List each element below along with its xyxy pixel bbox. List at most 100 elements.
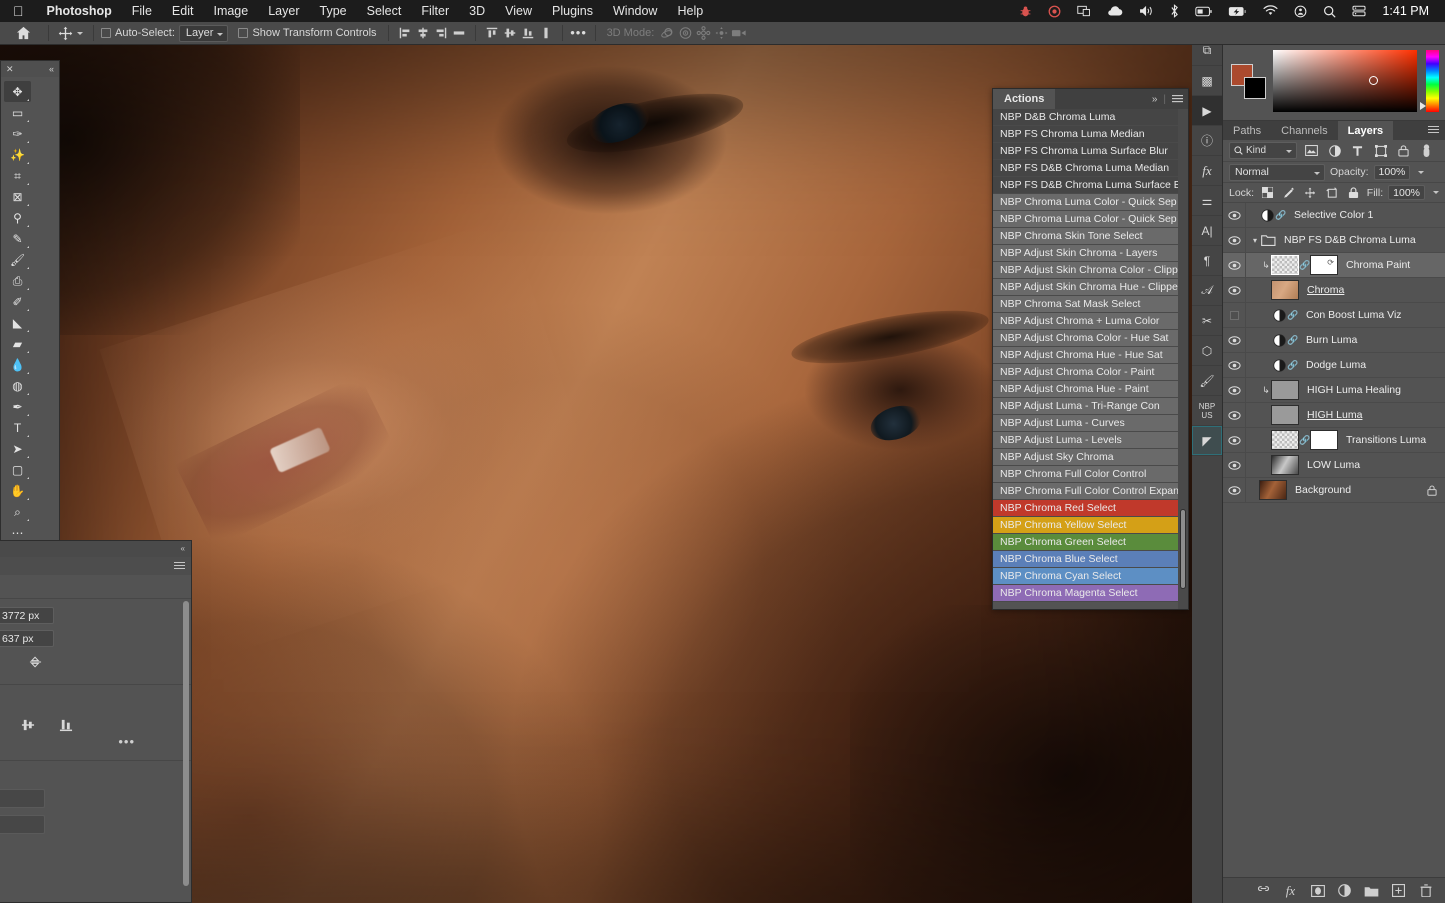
move-tool-icon[interactable]: [56, 24, 74, 42]
apple-icon[interactable]: : [0, 4, 37, 18]
chevron-double-right-icon[interactable]: »: [1152, 94, 1158, 105]
layer-visibility-toggle[interactable]: [1223, 278, 1245, 303]
new-group-icon[interactable]: [1364, 883, 1379, 898]
paragraph-icon[interactable]: ¶: [1192, 246, 1222, 276]
color-picker-ring[interactable]: [1369, 76, 1379, 86]
action-item[interactable]: NBP Adjust Chroma Color - Paint: [993, 364, 1178, 381]
actions-play-icon[interactable]: ▶: [1192, 96, 1222, 126]
rectangular-marquee-tool[interactable]: ▭: [4, 102, 31, 123]
crop-tool[interactable]: ⌗: [4, 165, 31, 186]
dodge-tool[interactable]: ◍: [4, 375, 31, 396]
collapse-icon[interactable]: «: [181, 544, 185, 553]
action-item[interactable]: NBP Chroma Luma Color - Quick Sep: [993, 194, 1178, 211]
info-icon[interactable]: ⓘ: [1192, 126, 1222, 156]
lock-image-icon[interactable]: [1281, 184, 1298, 201]
filter-type-icon[interactable]: [1349, 142, 1366, 159]
layer-name[interactable]: HIGH Luma Healing: [1307, 384, 1401, 396]
align-bottom-icon[interactable]: [519, 24, 537, 42]
menu-item-file[interactable]: File: [122, 4, 162, 18]
menu-item-type[interactable]: Type: [310, 4, 357, 18]
action-item[interactable]: NBP Adjust Luma - Tri-Range Con: [993, 398, 1178, 415]
wifi-icon[interactable]: [1255, 5, 1286, 17]
action-item[interactable]: NBP Adjust Skin Chroma - Layers: [993, 245, 1178, 262]
action-item[interactable]: NBP FS Chroma Luma Surface Blur: [993, 143, 1178, 160]
layer-visibility-toggle[interactable]: [1223, 228, 1245, 253]
layer-row[interactable]: 🔗 Burn Luma: [1223, 327, 1445, 353]
pen-tool[interactable]: ✒: [4, 396, 31, 417]
delete-layer-icon[interactable]: [1418, 883, 1433, 898]
layer-row[interactable]: ↳ HIGH Luma Healing: [1223, 377, 1445, 403]
layer-name[interactable]: Con Boost Luma Viz: [1306, 309, 1402, 321]
action-item[interactable]: NBP Chroma Full Color Control: [993, 466, 1178, 483]
action-item[interactable]: NBP Chroma Red Select: [993, 500, 1178, 517]
layer-thumbnail[interactable]: [1271, 255, 1299, 275]
3d-icon[interactable]: ⬡: [1192, 336, 1222, 366]
action-item[interactable]: NBP D&B Chroma Luma: [993, 109, 1178, 126]
properties-scrollbar-thumb[interactable]: [183, 601, 189, 886]
mask-link-icon[interactable]: 🔗: [1287, 335, 1298, 346]
layer-row[interactable]: ▾ NBP FS D&B Chroma Luma: [1223, 227, 1445, 253]
styles-fx-icon[interactable]: fx: [1192, 156, 1222, 186]
adjustment-layer-icon[interactable]: [1271, 333, 1287, 347]
align-right-icon[interactable]: [432, 24, 450, 42]
layer-name[interactable]: Burn Luma: [1306, 334, 1357, 346]
action-item[interactable]: NBP Chroma Blue Select: [993, 551, 1178, 568]
layer-thumbnail[interactable]: [1259, 480, 1287, 500]
path-selection-tool[interactable]: ➤: [4, 438, 31, 459]
tab-layers[interactable]: Layers: [1337, 120, 1394, 141]
nbp-us-icon[interactable]: NBP US: [1192, 396, 1222, 426]
layer-visibility-toggle[interactable]: [1223, 453, 1245, 478]
layer-row[interactable]: 🔗 Selective Color 1: [1223, 202, 1445, 228]
history-brush-tool[interactable]: ✐: [4, 291, 31, 312]
menu-item-image[interactable]: Image: [203, 4, 258, 18]
menu-item-photoshop[interactable]: Photoshop: [37, 4, 122, 18]
adjustment-layer-icon[interactable]: [1271, 358, 1287, 372]
layer-row[interactable]: LOW Luma: [1223, 452, 1445, 478]
frame-tool[interactable]: ⊠: [4, 186, 31, 207]
align-center-h-icon[interactable]: [414, 24, 432, 42]
layer-name[interactable]: Transitions Luma: [1346, 434, 1426, 446]
action-item[interactable]: NBP Chroma Green Select: [993, 534, 1178, 551]
filter-pixel-icon[interactable]: [1303, 142, 1320, 159]
filter-toggle-icon[interactable]: [1418, 142, 1435, 159]
display-icon[interactable]: [1344, 5, 1374, 17]
layer-visibility-toggle[interactable]: [1223, 303, 1245, 328]
battery-charging-icon[interactable]: [1220, 6, 1255, 17]
lock-position-icon[interactable]: [1302, 184, 1319, 201]
align-vertical-centers-icon[interactable]: [18, 717, 38, 733]
fill-chevron-icon[interactable]: [1433, 191, 1439, 194]
x-field[interactable]: 3772 px: [0, 607, 55, 624]
tools-icon[interactable]: ✂: [1192, 306, 1222, 336]
color-field[interactable]: [1273, 50, 1417, 112]
blur-tool[interactable]: 💧: [4, 354, 31, 375]
layer-row[interactable]: 🔗 Con Boost Luma Viz: [1223, 302, 1445, 328]
eraser-tool[interactable]: ◣: [4, 312, 31, 333]
layer-visibility-toggle[interactable]: [1223, 328, 1245, 353]
view-more-link[interactable]: ew More: [0, 841, 183, 853]
action-item[interactable]: NBP Chroma Full Color Control Expand: [993, 483, 1178, 500]
filter-smart-object-icon[interactable]: [1395, 142, 1412, 159]
action-item[interactable]: NBP Adjust Luma - Levels: [993, 432, 1178, 449]
action-item[interactable]: NBP Adjust Skin Chroma Hue - Clipped: [993, 279, 1178, 296]
flip-vertical-icon[interactable]: [25, 654, 45, 670]
tab-channels[interactable]: Channels: [1271, 121, 1337, 141]
tab-paths[interactable]: Paths: [1223, 121, 1271, 141]
show-transform-controls-checkbox[interactable]: [238, 28, 249, 38]
layer-row[interactable]: 🔗 Dodge Luma: [1223, 352, 1445, 378]
menu-item-help[interactable]: Help: [667, 4, 713, 18]
distribute-v-icon[interactable]: [537, 24, 555, 42]
brush-settings-icon[interactable]: 🖌: [1192, 366, 1222, 396]
lock-all-icon[interactable]: [1345, 184, 1362, 201]
control-center-icon[interactable]: [1286, 5, 1315, 18]
action-item[interactable]: NBP Adjust Chroma Hue - Hue Sat: [993, 347, 1178, 364]
home-icon[interactable]: [14, 24, 32, 42]
layer-name[interactable]: Selective Color 1: [1294, 209, 1373, 221]
action-item[interactable]: NBP Chroma Cyan Select: [993, 568, 1178, 585]
library-icon[interactable]: ▩: [1192, 66, 1222, 96]
layer-visibility-toggle[interactable]: [1223, 378, 1245, 403]
filter-shape-icon[interactable]: [1372, 142, 1389, 159]
tools-panel-header[interactable]: ✕ «: [1, 61, 59, 77]
actions-scrollbar-thumb[interactable]: [1180, 509, 1186, 589]
character-icon[interactable]: A|: [1192, 216, 1222, 246]
ellipsis-icon[interactable]: •••: [570, 24, 588, 42]
